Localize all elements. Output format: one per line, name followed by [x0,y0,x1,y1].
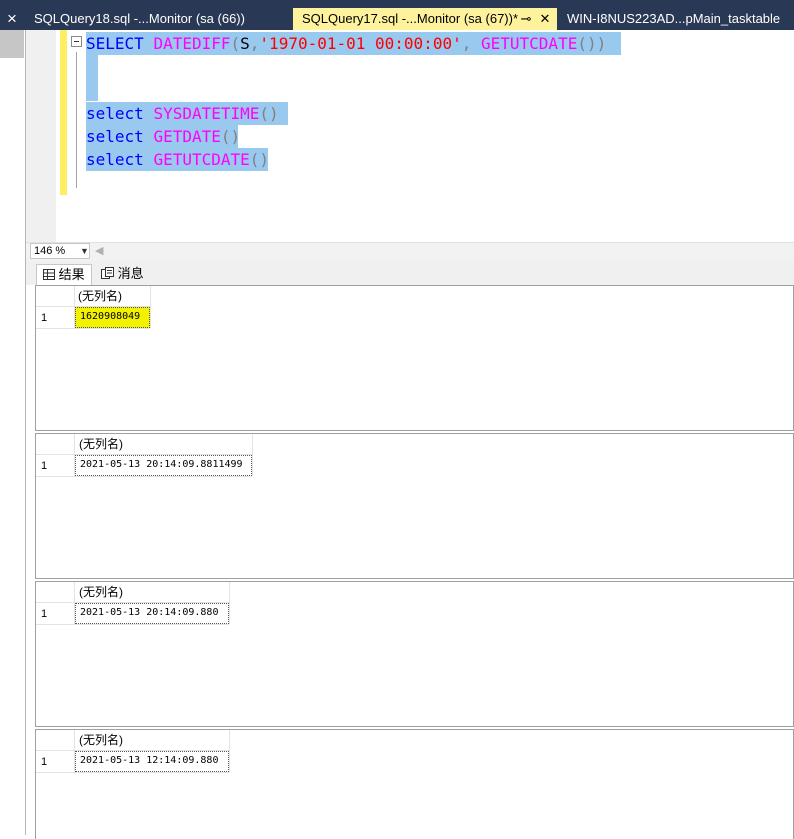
keyword: select [86,127,144,146]
row-number[interactable]: 1 [41,756,47,768]
grid-line [229,730,230,772]
editor-status-bar [26,242,794,261]
code-line-5[interactable]: select GETDATE() [86,125,240,148]
left-panel-header [0,30,24,58]
string-literal: '1970-01-01 00:00:00' [259,34,462,53]
column-header[interactable]: (无列名) [79,730,123,750]
pin-icon[interactable]: ⊸ [518,8,534,30]
result-cell[interactable]: 2021-05-13 20:14:09.8811499 [75,455,252,476]
paren: () [249,150,270,169]
scroll-left-icon[interactable]: ◀ [95,244,103,257]
column-header[interactable]: (无列名) [79,582,123,602]
result-grid-4[interactable] [35,729,794,839]
close-icon[interactable]: × [0,8,24,30]
function-name: GETUTCDATE [481,34,578,53]
tab-tasktable[interactable]: WIN-I8NUS223AD...pMain_tasktable [558,8,794,30]
selection-empty-lines [86,55,98,101]
column-header[interactable]: (无列名) [78,286,122,306]
code-line-4[interactable]: select SYSDATETIME() [86,102,279,125]
messages-icon [101,267,114,279]
close-tab-icon[interactable]: ✕ [537,8,553,30]
tab-label: WIN-I8NUS223AD...pMain_tasktable [567,11,781,26]
datepart-arg: S [240,34,250,53]
tab-sqlquery18[interactable]: SQLQuery18.sql -...Monitor (sa (66)) [25,8,293,30]
keyword: select [86,104,144,123]
paren: ()) [577,34,607,53]
tab-messages[interactable]: 消息 [95,264,149,285]
function-name: GETDATE [153,127,221,146]
grid-line [36,624,229,625]
paren: () [220,127,241,146]
tab-messages-label: 消息 [117,266,144,281]
editor-margin [26,30,56,242]
tab-results-label: 结果 [58,267,85,282]
function-name: GETUTCDATE [153,150,250,169]
function-name: DATEDIFF [153,34,231,53]
left-panel-strip [0,30,26,835]
tab-results[interactable]: 结果 [36,264,92,285]
grid-line [229,582,230,624]
result-cell[interactable]: 2021-05-13 20:14:09.880 [75,603,229,624]
comma: , [461,34,472,53]
grid-line [252,434,253,476]
grid-line [36,328,150,329]
row-number[interactable]: 1 [41,608,47,620]
keyword: SELECT [86,34,144,53]
collapse-icon[interactable] [71,36,82,47]
result-cell-selected[interactable]: 1620908049 [75,307,150,328]
grid-line [36,476,252,477]
row-number[interactable]: 1 [41,312,47,324]
result-cell[interactable]: 2021-05-13 12:14:09.880 [75,751,229,772]
code-line-6[interactable]: select GETUTCDATE() [86,148,269,171]
comma: , [249,34,260,53]
function-name: SYSDATETIME [153,104,260,123]
paren: ( [230,34,241,53]
chevron-down-icon[interactable]: ▼ [80,246,89,256]
zoom-value: 146 % [34,245,66,257]
grid-icon [43,269,55,280]
outline-line [76,52,77,188]
code-line-1[interactable]: SELECT DATEDIFF(S,'1970-01-01 00:00:00',… [86,32,606,55]
grid-line [150,286,151,328]
paren: () [259,104,279,123]
column-header[interactable]: (无列名) [79,434,123,454]
tab-label: SQLQuery18.sql -...Monitor (sa (66)) [34,11,245,26]
row-number[interactable]: 1 [41,460,47,472]
change-tracking-bar [60,30,67,195]
keyword: select [86,150,144,169]
grid-line [36,772,229,773]
tab-label: SQLQuery17.sql -...Monitor (sa (67))* [302,11,519,26]
